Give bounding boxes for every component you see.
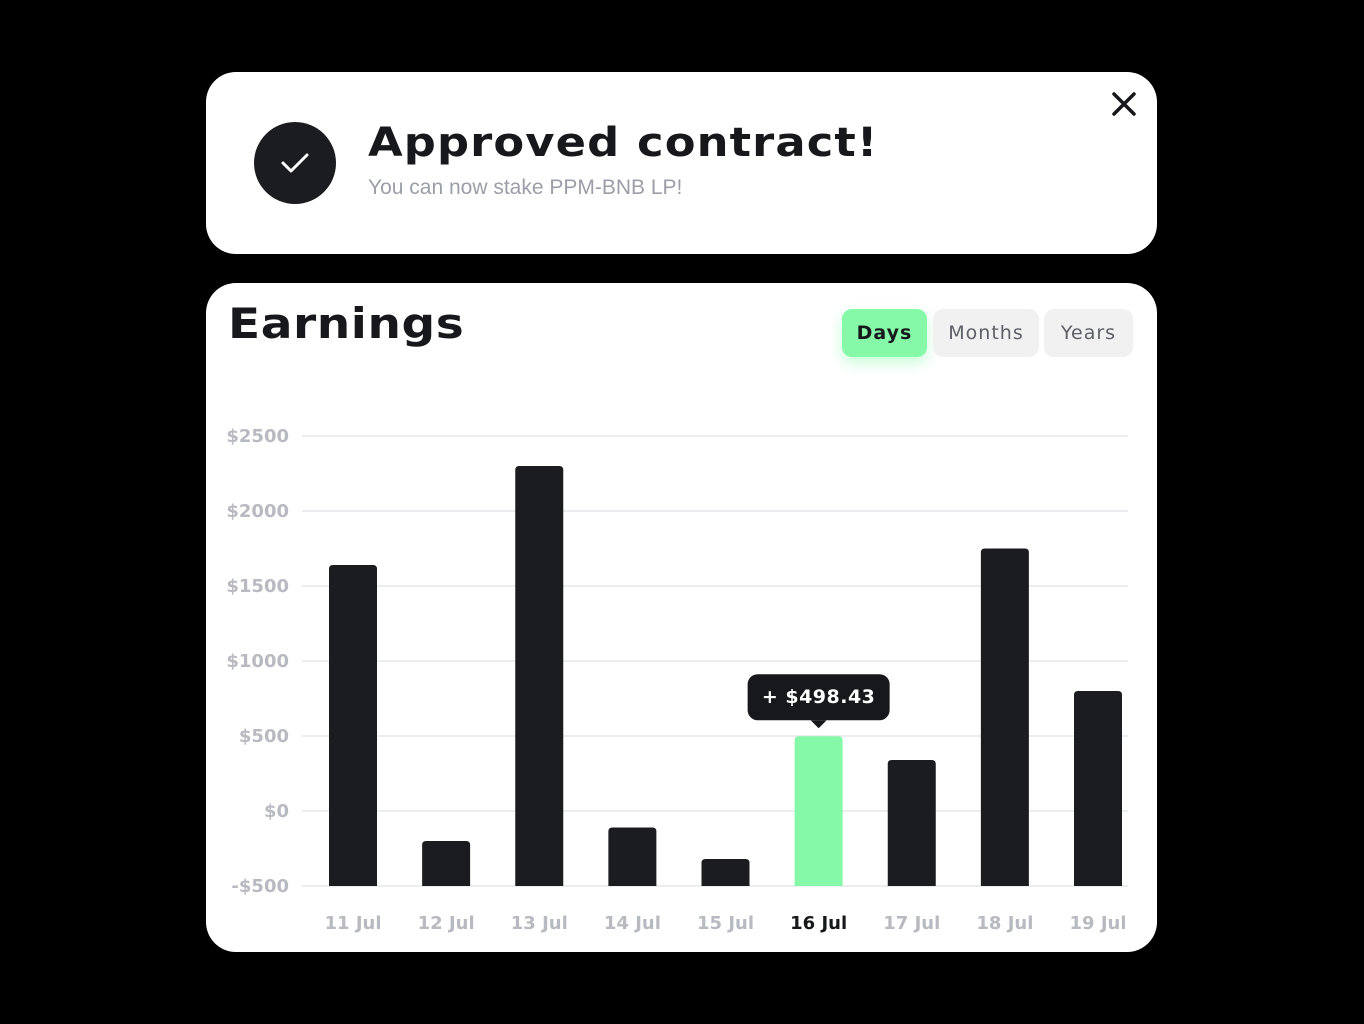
y-tick-label: $2500 (226, 426, 289, 447)
bar (515, 466, 564, 886)
notification-title: Approved contract! (368, 120, 879, 166)
y-tick-label: $1500 (226, 576, 289, 597)
x-tick-label: 13 Jul (511, 913, 568, 934)
notification-subtitle: You can now stake PPM-BNB LP! (368, 176, 683, 199)
x-tick-label: 14 Jul (604, 913, 661, 934)
bar-highlighted (794, 736, 843, 886)
x-tick-label: 11 Jul (325, 913, 382, 934)
bar (887, 760, 936, 886)
x-tick-label: 18 Jul (976, 913, 1033, 934)
bar (1074, 691, 1122, 886)
tooltip-value: + $498.43 (762, 686, 876, 708)
y-tick-label: -$500 (231, 876, 289, 897)
earnings-bar-chart: -$500 $0 $500 $1000 $1500 $2000 $2500 11 Jul 12 … (226, 426, 1128, 934)
x-tick-label: 15 Jul (697, 913, 754, 934)
check-icon (254, 122, 336, 204)
y-tick-label: $0 (264, 801, 289, 822)
approval-notification: Approved contract! You can now stake PPM… (206, 72, 1157, 254)
y-tick-label: $500 (239, 726, 289, 747)
value-tooltip: + $498.43 (747, 674, 890, 729)
tooltip-pointer (810, 720, 827, 729)
x-tick-label: 12 Jul (418, 913, 475, 934)
close-icon (1112, 92, 1136, 116)
earnings-card: Earnings Days Months Years -$500 $0 $500 $1… (206, 283, 1157, 952)
close-button[interactable] (1109, 89, 1139, 119)
bar (980, 548, 1029, 886)
bar (422, 841, 471, 886)
x-tick-label: 19 Jul (1070, 913, 1127, 934)
x-tick-label: 17 Jul (883, 913, 940, 934)
y-tick-label: $1000 (226, 651, 289, 672)
bar (608, 827, 657, 886)
bar (329, 565, 377, 886)
bar (701, 859, 750, 886)
x-tick-label: 16 Jul (790, 913, 847, 934)
y-tick-label: $2000 (226, 501, 289, 522)
